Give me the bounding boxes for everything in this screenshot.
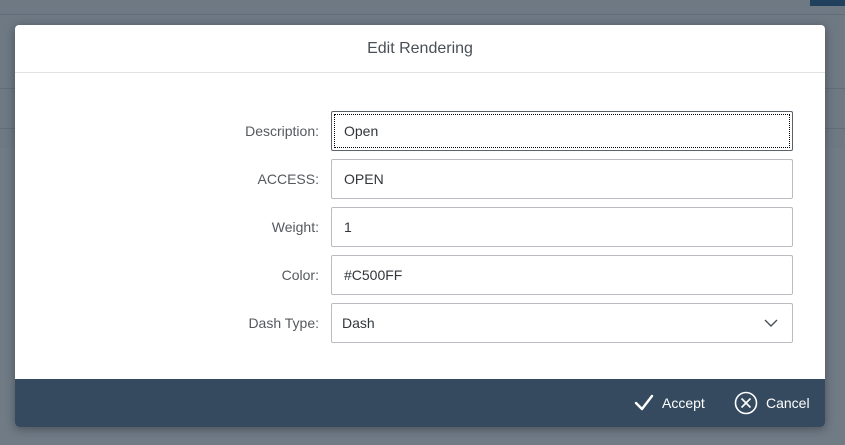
circle-x-icon	[734, 391, 758, 415]
dash-type-value: Dash	[342, 315, 375, 331]
dialog-title: Edit Rendering	[367, 39, 473, 57]
dash-type-row: Dash Type: Dash	[15, 303, 825, 343]
dialog-footer: Accept Cancel	[15, 379, 825, 427]
access-field[interactable]	[331, 159, 793, 199]
color-row: Color:	[15, 255, 825, 295]
access-input[interactable]	[332, 160, 792, 198]
edit-rendering-dialog: Edit Rendering Description: ACCESS: Weig…	[15, 25, 825, 427]
description-row: Description:	[15, 111, 825, 151]
checkmark-icon	[634, 394, 654, 411]
description-field[interactable]	[331, 111, 793, 151]
dialog-header: Edit Rendering	[15, 25, 825, 73]
accept-button[interactable]: Accept	[634, 379, 705, 427]
chevron-down-icon[interactable]	[764, 318, 778, 328]
weight-row: Weight:	[15, 207, 825, 247]
description-label: Description:	[245, 123, 319, 139]
weight-input[interactable]	[332, 208, 792, 246]
cancel-button[interactable]: Cancel	[734, 379, 810, 427]
accept-label: Accept	[662, 395, 705, 411]
color-input[interactable]	[332, 256, 792, 294]
cancel-label: Cancel	[766, 395, 810, 411]
description-input[interactable]	[332, 112, 792, 150]
access-row: ACCESS:	[15, 159, 825, 199]
color-field[interactable]	[331, 255, 793, 295]
color-label: Color:	[281, 267, 319, 283]
access-label: ACCESS:	[257, 171, 319, 187]
dash-type-label: Dash Type:	[248, 315, 319, 331]
weight-field[interactable]	[331, 207, 793, 247]
dash-type-select[interactable]: Dash	[331, 303, 793, 343]
weight-label: Weight:	[271, 219, 319, 235]
